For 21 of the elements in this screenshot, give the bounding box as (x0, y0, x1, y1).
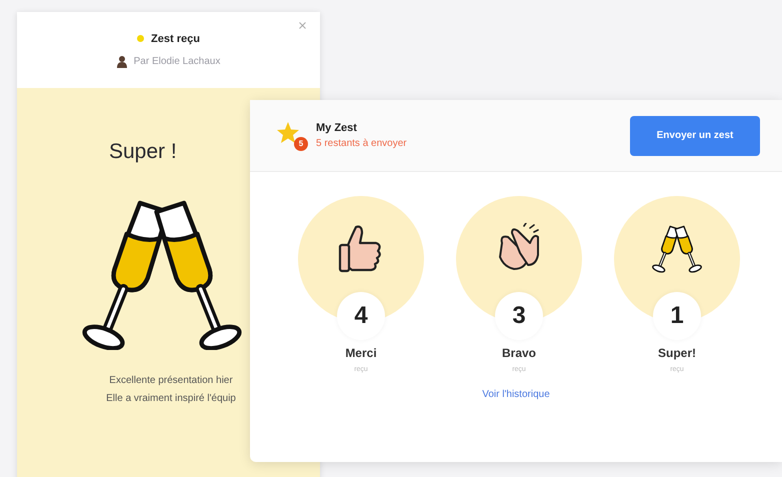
count-number: 1 (653, 292, 701, 340)
count-badge: 5 (294, 136, 308, 150)
champagne-glasses-icon (651, 223, 703, 273)
panel-title: My Zest (316, 122, 358, 134)
counter-label: Super! (658, 346, 696, 360)
counter-label: Merci (345, 346, 377, 360)
star-icon (276, 120, 300, 144)
history-link[interactable]: Voir l'historique (482, 389, 550, 400)
card-heading: Super ! (109, 140, 177, 164)
message-text: Elle a vraiment inspiré l'équip (106, 392, 236, 404)
thumbs-up-icon (338, 223, 384, 273)
person-icon (116, 54, 127, 68)
sender-name: Par Elodie Lachaux (134, 56, 220, 66)
card-title: Zest reçu (151, 32, 200, 44)
count-number: 3 (495, 292, 543, 340)
remaining-text: 5 restants à envoyer (316, 138, 408, 149)
counter-label: Bravo (502, 346, 536, 360)
status-dot (137, 35, 144, 42)
message-text: Excellente présentation hier (109, 374, 233, 386)
send-button[interactable]: Envoyer un zest (630, 116, 760, 156)
close-button[interactable] (297, 20, 308, 31)
